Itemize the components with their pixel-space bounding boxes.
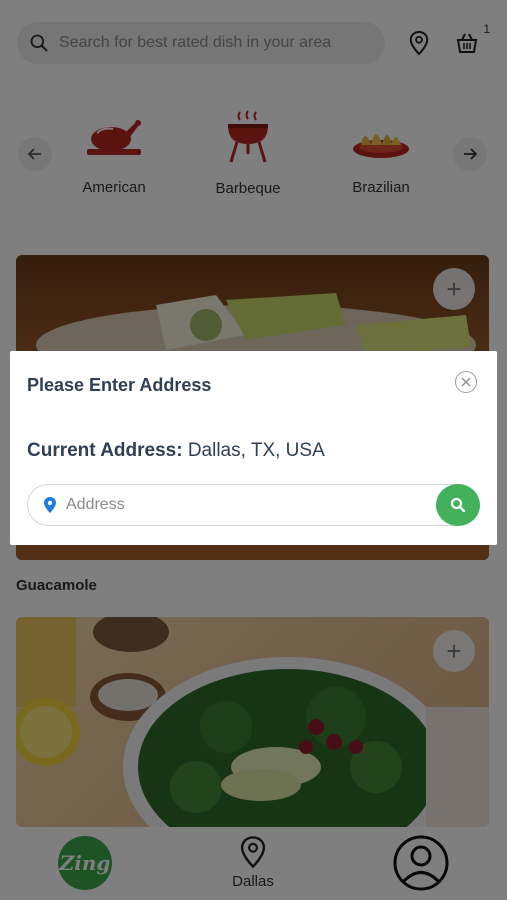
close-icon xyxy=(461,377,471,387)
address-input[interactable] xyxy=(64,495,408,515)
current-address: Current Address: Dallas, TX, USA xyxy=(27,440,325,462)
close-button[interactable] xyxy=(455,371,477,393)
address-search-button[interactable] xyxy=(436,484,480,526)
address-modal: Please Enter Address Current Address: Da… xyxy=(10,351,497,545)
address-field[interactable] xyxy=(27,484,479,526)
map-marker-icon xyxy=(44,497,56,513)
modal-title: Please Enter Address xyxy=(27,375,212,395)
current-address-value: Dallas, TX, USA xyxy=(187,440,325,461)
current-address-label: Current Address: xyxy=(27,440,183,461)
search-icon xyxy=(450,497,466,513)
